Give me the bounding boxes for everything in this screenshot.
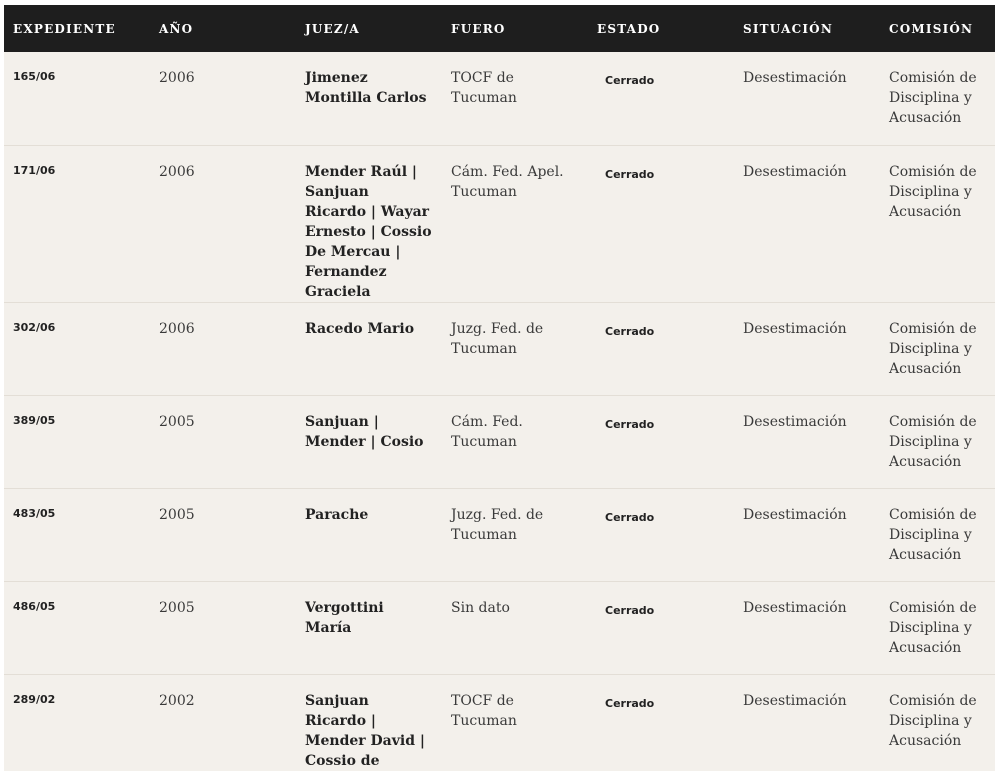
cell-juez: Mender Raúl | Sanjuan Ricardo | Wayar Er… [305, 163, 432, 300]
cell-anio: 2005 [159, 599, 195, 616]
cell-juez: Racedo Mario [305, 320, 415, 337]
table-header-row: EXPEDIENTE AÑO JUEZ/A FUERO ESTADO SITUA… [4, 5, 995, 52]
cell-comision: Comisión de Disciplina y Acusación [889, 506, 977, 563]
cell-anio: 2006 [159, 70, 195, 86]
column-header-fuero[interactable]: FUERO [442, 5, 588, 52]
cell-fuero: Sin dato [451, 599, 510, 616]
cell-expediente: 389/05 [13, 413, 56, 427]
cell-fuero: Cám. Fed. Tucuman [451, 413, 523, 450]
cell-situacion: Desestimación [743, 692, 847, 709]
cell-comision: Comisión de Disciplina y Acusación [889, 320, 977, 377]
column-header-estado[interactable]: ESTADO [588, 5, 734, 52]
cell-juez: Vergottini María [305, 599, 384, 636]
cell-anio: 2002 [159, 692, 195, 709]
cell-situacion: Desestimación [743, 70, 847, 86]
cell-expediente: 483/05 [13, 506, 56, 520]
cell-juez: Sanjuan | Mender | Cosio [305, 413, 424, 450]
cell-juez: Jimenez Montilla Carlos [305, 70, 427, 106]
table-row: 486/05 2005 Vergottini María Sin dato Ce… [4, 581, 995, 674]
table-row: 389/05 2005 Sanjuan | Mender | Cosio Cám… [4, 395, 995, 488]
cell-comision: Comisión de Disciplina y Acusación [889, 163, 977, 220]
cell-estado: Cerrado [605, 603, 655, 617]
cell-comision: Comisión de Disciplina y Acusación [889, 599, 977, 656]
cell-fuero: Juzg. Fed. de Tucuman [451, 506, 544, 543]
column-header-anio[interactable]: AÑO [150, 5, 296, 52]
cell-situacion: Desestimación [743, 413, 847, 430]
cell-anio: 2006 [159, 163, 195, 180]
cell-anio: 2005 [159, 413, 195, 430]
cell-estado: Cerrado [605, 510, 655, 524]
column-header-situacion[interactable]: SITUACIÓN [734, 5, 880, 52]
cell-juez: Sanjuan Ricardo | Mender David | Cossio … [305, 692, 425, 769]
cell-situacion: Desestimación [743, 163, 847, 180]
cell-estado: Cerrado [605, 324, 655, 338]
cell-anio: 2006 [159, 320, 195, 337]
cell-estado: Cerrado [605, 74, 655, 87]
cell-estado: Cerrado [605, 417, 655, 431]
column-header-juez[interactable]: JUEZ/A [296, 5, 442, 52]
cell-juez: Parache [305, 506, 369, 523]
cell-expediente: 289/02 [13, 692, 56, 706]
table-row: 165/06 2006 Jimenez Montilla Carlos TOCF… [4, 52, 995, 145]
cell-fuero: Cám. Fed. Apel. Tucuman [451, 163, 564, 200]
expedientes-table-container: EXPEDIENTE AÑO JUEZ/A FUERO ESTADO SITUA… [4, 5, 995, 771]
cell-comision: Comisión de Disciplina y Acusación [889, 692, 977, 749]
cell-expediente: 486/05 [13, 599, 56, 613]
table-row: 289/02 2002 Sanjuan Ricardo | Mender Dav… [4, 674, 995, 771]
cell-situacion: Desestimación [743, 599, 847, 616]
cell-expediente: 165/06 [13, 70, 56, 83]
cell-fuero: TOCF de Tucuman [451, 70, 517, 106]
cell-comision: Comisión de Disciplina y Acusación [889, 70, 977, 126]
cell-fuero: TOCF de Tucuman [451, 692, 517, 729]
cell-situacion: Desestimación [743, 506, 847, 523]
table-header: EXPEDIENTE AÑO JUEZ/A FUERO ESTADO SITUA… [4, 5, 995, 52]
cell-anio: 2005 [159, 506, 195, 523]
cell-fuero: Juzg. Fed. de Tucuman [451, 320, 544, 357]
cell-comision: Comisión de Disciplina y Acusación [889, 413, 977, 470]
table-row: 171/06 2006 Mender Raúl | Sanjuan Ricard… [4, 145, 995, 302]
table-row: 483/05 2005 Parache Juzg. Fed. de Tucuma… [4, 488, 995, 581]
table-row: 302/06 2006 Racedo Mario Juzg. Fed. de T… [4, 302, 995, 395]
cell-estado: Cerrado [605, 696, 655, 710]
cell-estado: Cerrado [605, 167, 655, 181]
column-header-comision[interactable]: COMISIÓN [880, 5, 995, 52]
cell-expediente: 302/06 [13, 320, 56, 334]
cell-situacion: Desestimación [743, 320, 847, 337]
table-body: 165/06 2006 Jimenez Montilla Carlos TOCF… [4, 52, 995, 771]
expedientes-table: EXPEDIENTE AÑO JUEZ/A FUERO ESTADO SITUA… [4, 5, 995, 771]
column-header-expediente[interactable]: EXPEDIENTE [4, 5, 150, 52]
cell-expediente: 171/06 [13, 163, 56, 177]
